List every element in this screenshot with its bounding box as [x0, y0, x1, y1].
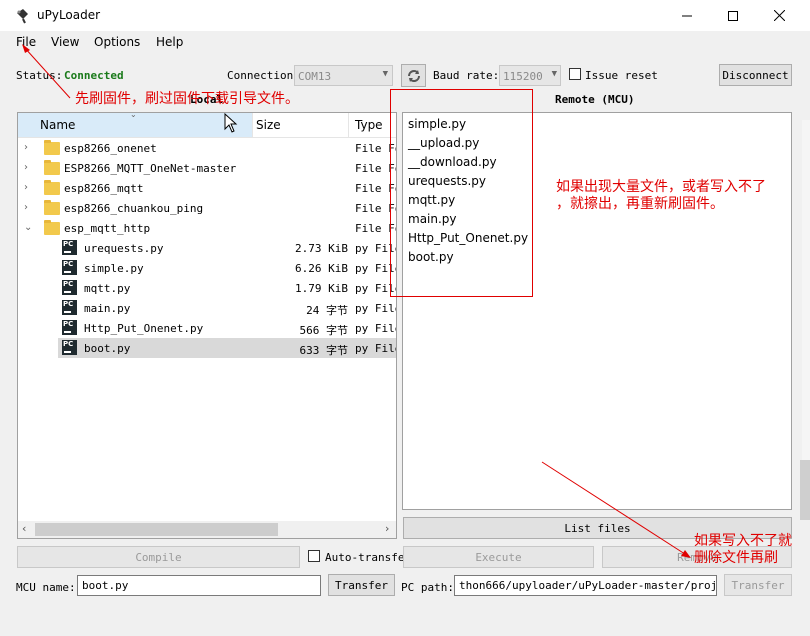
annotation-text-2b: ，就擦出，再重新刷固件。: [556, 196, 724, 212]
annotation-text-3b: 删除文件再刷: [694, 550, 778, 566]
annotation-arrow-2: [541, 461, 689, 557]
annotation-arrowhead-2: [681, 550, 691, 558]
annotation-arrow-1: [23, 46, 71, 99]
annotation-box: [390, 89, 533, 297]
annotation-text-1: 先刷固件，刷过固件下载引导文件。: [75, 91, 299, 107]
